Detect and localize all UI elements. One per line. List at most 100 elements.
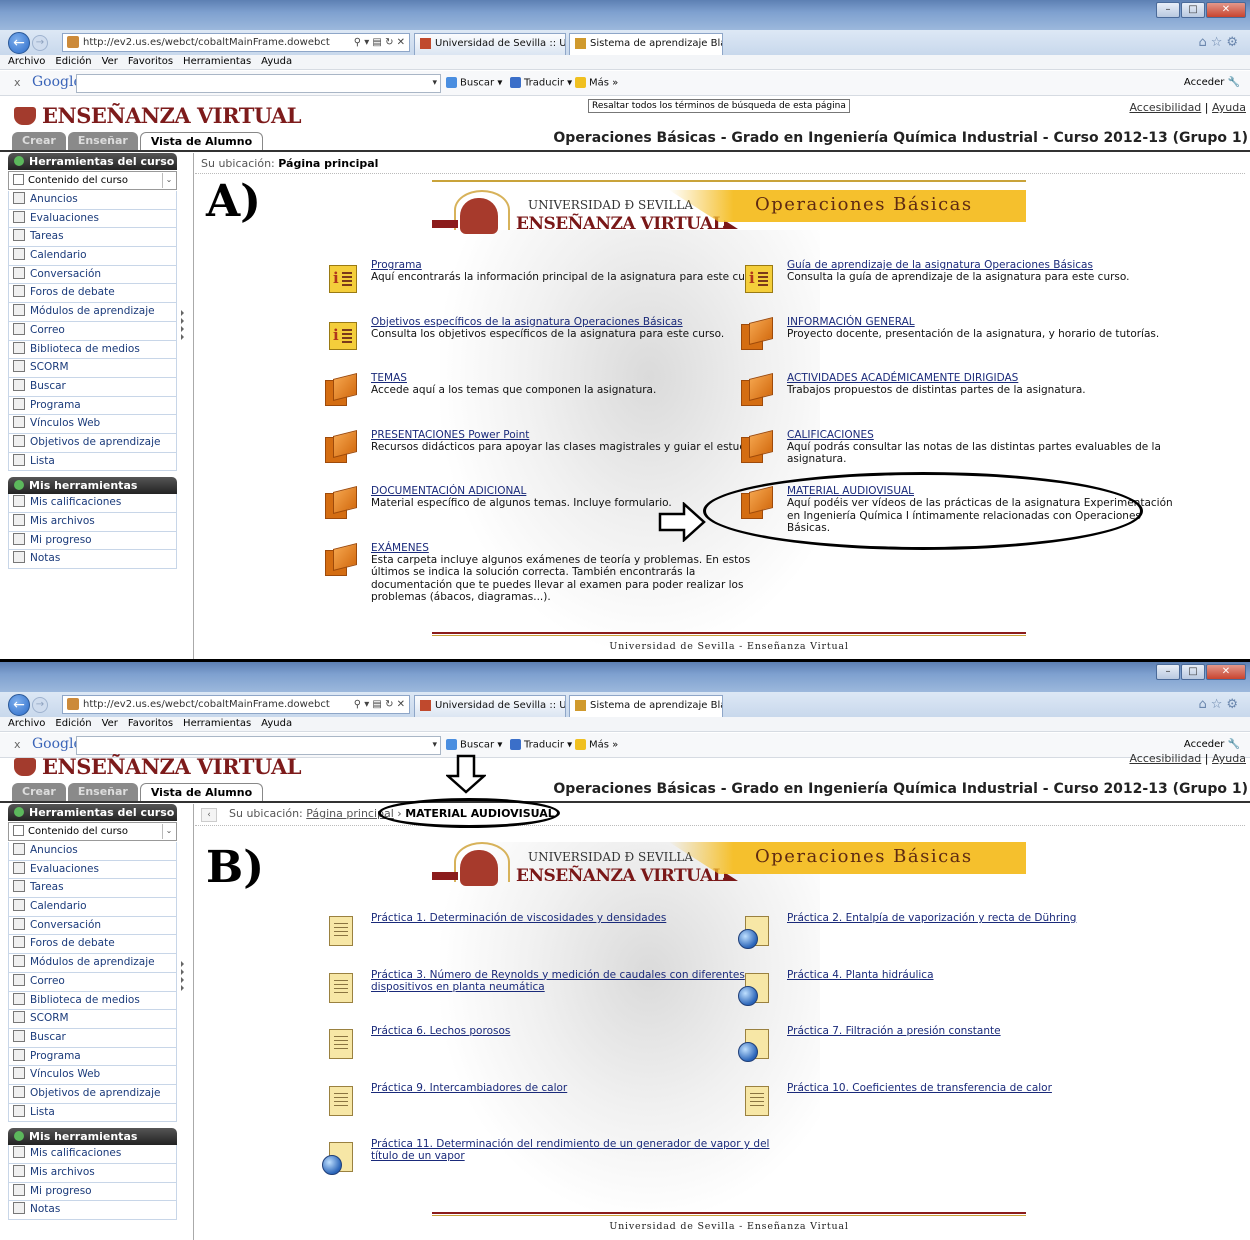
item-icon[interactable] bbox=[323, 316, 359, 352]
item-link[interactable]: Objetivos específicos de la asignatura O… bbox=[371, 316, 771, 328]
item-link[interactable]: Práctica 1. Determinación de viscosidade… bbox=[371, 912, 771, 924]
close-icon[interactable]: ✕ bbox=[1206, 664, 1246, 680]
menu-favoritos[interactable]: Favoritos bbox=[128, 717, 173, 731]
buscar-button[interactable]: Buscar ▾ bbox=[446, 77, 502, 89]
sidebar-item-foros[interactable]: Foros de debate bbox=[8, 284, 177, 304]
sidebar-item-foros[interactable]: Foros de debate bbox=[8, 935, 177, 955]
item-icon[interactable] bbox=[322, 1138, 359, 1175]
item-icon[interactable] bbox=[323, 969, 359, 1005]
sidebar-item-biblioteca[interactable]: Biblioteca de medios bbox=[8, 340, 177, 360]
close-toolbar-icon[interactable]: x bbox=[14, 738, 21, 751]
item-link[interactable]: Práctica 6. Lechos porosos bbox=[371, 1025, 771, 1037]
sidebar-item-scorm[interactable]: SCORM bbox=[8, 359, 177, 378]
item-link[interactable]: INFORMACIÓN GENERAL bbox=[787, 316, 1187, 328]
traducir-button[interactable]: Traducir ▾ bbox=[510, 739, 572, 751]
sidebar-item-notas[interactable]: Notas bbox=[8, 550, 177, 570]
sidebar-item-calendario[interactable]: Calendario bbox=[8, 247, 177, 266]
collapse-icon[interactable] bbox=[14, 1131, 24, 1142]
mas-button[interactable]: Más » bbox=[575, 77, 618, 89]
item-icon[interactable] bbox=[323, 429, 359, 465]
item-link[interactable]: ACTIVIDADES ACADÉMICAMENTE DIRIGIDAS bbox=[787, 372, 1187, 384]
collapse-icon[interactable] bbox=[14, 480, 24, 491]
ayuda-link[interactable]: Ayuda bbox=[1212, 752, 1246, 765]
item-icon[interactable] bbox=[323, 912, 359, 948]
item-icon[interactable] bbox=[739, 1082, 775, 1118]
address-controls[interactable]: ⚲ ▾ ▤ ↻ ✕ bbox=[354, 34, 405, 51]
back-button[interactable]: ← bbox=[8, 32, 30, 54]
item-link[interactable]: Práctica 2. Entalpía de vaporización y r… bbox=[787, 912, 1187, 924]
menu-archivo[interactable]: Archivo bbox=[8, 717, 45, 731]
chevron-down-icon[interactable]: ⌄ bbox=[162, 173, 175, 188]
item-icon[interactable] bbox=[739, 429, 775, 465]
sidebar-item-programa[interactable]: Programa bbox=[8, 396, 177, 416]
item-link[interactable]: Práctica 9. Intercambiadores de calor bbox=[371, 1082, 771, 1094]
sidebar-item-biblioteca[interactable]: Biblioteca de medios bbox=[8, 991, 177, 1011]
home-star-gear-icons[interactable]: ⌂☆⚙ bbox=[1198, 697, 1242, 712]
item-link[interactable]: PRESENTACIONES Power Point bbox=[371, 429, 771, 441]
item-link[interactable]: TEMAS bbox=[371, 372, 771, 384]
sidebar-item-calificaciones[interactable]: Mis calificaciones bbox=[8, 494, 177, 513]
acceder-button[interactable]: Acceder 🔧 bbox=[1184, 739, 1240, 750]
sidebar-item-progreso[interactable]: Mi progreso bbox=[8, 1182, 177, 1202]
sidebar-item-notas[interactable]: Notas bbox=[8, 1201, 177, 1221]
collapse-icon[interactable] bbox=[14, 807, 24, 817]
item-link[interactable]: DOCUMENTACIÓN ADICIONAL bbox=[371, 485, 771, 497]
accesibilidad-link[interactable]: Accesibilidad bbox=[1129, 101, 1201, 114]
sidebar-item-progreso[interactable]: Mi progreso bbox=[8, 531, 177, 551]
item-icon[interactable] bbox=[739, 259, 775, 295]
sidebar-item-tareas[interactable]: Tareas bbox=[8, 879, 177, 899]
sidebar-splitter[interactable] bbox=[181, 959, 187, 993]
sidebar-item-archivos[interactable]: Mis archivos bbox=[8, 513, 177, 532]
sidebar-item-buscar[interactable]: Buscar bbox=[8, 1028, 177, 1048]
home-star-gear-icons[interactable]: ⌂☆⚙ bbox=[1198, 35, 1242, 50]
sidebar-item-calificaciones[interactable]: Mis calificaciones bbox=[8, 1145, 177, 1164]
chevron-down-icon[interactable]: ▾ bbox=[432, 75, 437, 92]
sidebar-item-vinculos[interactable]: Vínculos Web bbox=[8, 415, 177, 434]
buscar-button[interactable]: Buscar ▾ bbox=[446, 739, 502, 751]
sidebar-item-archivos[interactable]: Mis archivos bbox=[8, 1164, 177, 1183]
menu-ver[interactable]: Ver bbox=[102, 55, 118, 69]
back-button[interactable]: ← bbox=[8, 694, 30, 716]
item-link[interactable]: Práctica 7. Filtración a presión constan… bbox=[787, 1025, 1187, 1037]
sidebar-item-vinculos[interactable]: Vínculos Web bbox=[8, 1066, 177, 1085]
sidebar-item-lista[interactable]: Lista bbox=[8, 452, 177, 472]
item-link[interactable]: Práctica 4. Planta hidráulica bbox=[787, 969, 1187, 981]
sidebar-item-lista[interactable]: Lista bbox=[8, 1103, 177, 1123]
item-icon[interactable] bbox=[323, 259, 359, 295]
sidebar-item-evaluaciones[interactable]: Evaluaciones bbox=[8, 860, 177, 880]
menu-favoritos[interactable]: Favoritos bbox=[128, 55, 173, 69]
tab-ensenar[interactable]: Enseñar bbox=[67, 132, 138, 150]
tab-ensenar[interactable]: Enseñar bbox=[67, 783, 138, 801]
sidebar-item-objetivos[interactable]: Objetivos de aprendizaje bbox=[8, 1084, 177, 1104]
traducir-button[interactable]: Traducir ▾ bbox=[510, 77, 572, 89]
close-icon[interactable]: ✕ bbox=[1206, 2, 1246, 18]
item-icon[interactable] bbox=[738, 1025, 775, 1062]
item-icon[interactable] bbox=[739, 372, 775, 408]
tab-universidad[interactable]: Universidad de Sevilla :: Univer... bbox=[414, 33, 566, 55]
item-link[interactable]: Práctica 3. Número de Reynolds y medició… bbox=[371, 969, 771, 993]
item-icon[interactable] bbox=[739, 316, 775, 352]
tab-universidad[interactable]: Universidad de Sevilla :: Univer... bbox=[414, 695, 566, 717]
content-select[interactable]: Contenido del curso ⌄ bbox=[8, 822, 177, 841]
accesibilidad-link[interactable]: Accesibilidad bbox=[1129, 752, 1201, 765]
sidebar-item-scorm[interactable]: SCORM bbox=[8, 1010, 177, 1029]
chevron-down-icon[interactable]: ⌄ bbox=[162, 824, 175, 839]
google-search-input[interactable]: ▾ bbox=[76, 74, 441, 93]
sidebar-item-correo[interactable]: Correo bbox=[8, 972, 177, 992]
tab-vista-alumno[interactable]: Vista de Alumno bbox=[139, 783, 264, 801]
collapse-icon[interactable] bbox=[14, 156, 24, 166]
item-link[interactable]: Programa bbox=[371, 259, 771, 271]
menu-ayuda[interactable]: Ayuda bbox=[261, 55, 292, 69]
address-bar[interactable]: http://ev2.us.es/webct/cobaltMainFrame.d… bbox=[62, 33, 410, 52]
item-icon[interactable] bbox=[323, 542, 359, 578]
acceder-button[interactable]: Acceder 🔧 bbox=[1184, 77, 1240, 88]
minimize-icon[interactable]: – bbox=[1156, 664, 1180, 680]
item-icon[interactable] bbox=[323, 372, 359, 408]
sidebar-item-modulos[interactable]: Módulos de aprendizaje bbox=[8, 954, 177, 973]
maximize-icon[interactable]: □ bbox=[1181, 2, 1205, 18]
item-link[interactable]: Práctica 10. Coeficientes de transferenc… bbox=[787, 1082, 1187, 1094]
content-select[interactable]: Contenido del curso ⌄ bbox=[8, 171, 177, 190]
menu-herramientas[interactable]: Herramientas bbox=[183, 55, 251, 69]
item-link[interactable]: EXÁMENES bbox=[371, 542, 771, 554]
item-icon[interactable] bbox=[738, 969, 775, 1006]
